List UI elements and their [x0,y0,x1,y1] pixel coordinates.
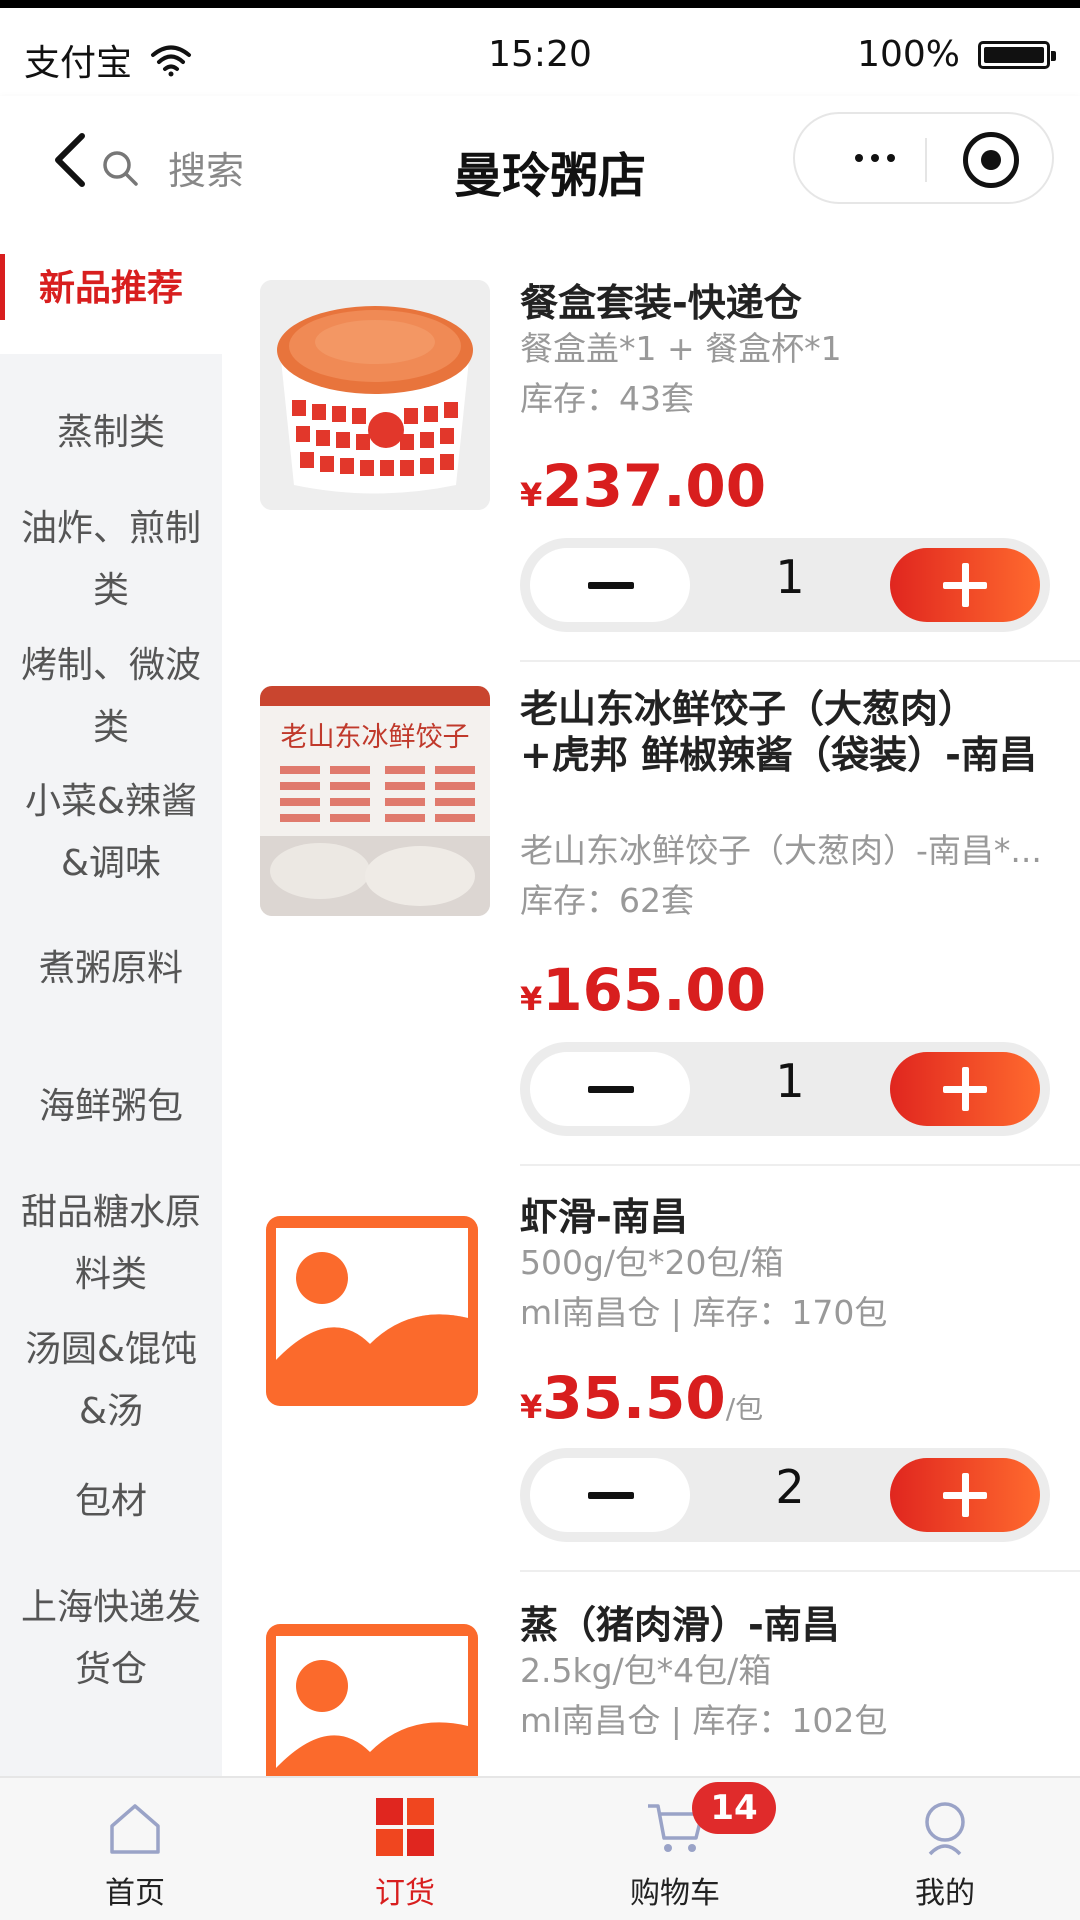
more-icon[interactable] [835,134,915,182]
product-subtitle: 老山东冰鲜饺子（大葱肉）-南昌*... [520,831,1042,870]
sidebar-item-label: 海鲜粥包 [38,1086,183,1127]
bottom-tabbar: 首页 订货 购物车 我的 [0,1776,1080,1920]
placeholder-image-icon [266,1624,478,1776]
quantity-value[interactable]: 1 [690,1054,890,1108]
quantity-value[interactable]: 2 [690,1460,890,1514]
tab-order[interactable]: 订货 [270,1778,540,1920]
bag-label: 老山东冰鲜饺子 [281,722,470,753]
quantity-stepper: 1 [520,538,1050,632]
product-price: ¥35.50/包 [520,1364,763,1432]
status-right: 100% [857,34,1056,75]
sidebar-item-label: 煮粥原料 [38,948,183,989]
sidebar-item-label: 蒸制类 [56,412,165,453]
currency-symbol: ¥ [520,1388,543,1426]
sidebar-item-label: 包材 [74,1481,147,1522]
product-price: ¥237.00 [520,452,766,520]
tab-label: 首页 [105,1876,165,1911]
category-sidebar: 新品推荐 蒸制类 油炸、煎制类 烤制、微波类 小菜&辣酱&调味 煮粥原料 海鲜粥… [0,224,222,1776]
increase-button[interactable] [890,1458,1040,1532]
sidebar-item-seafood[interactable]: 海鲜粥包 [0,1038,222,1176]
sidebar-item-label: 小菜&辣酱&调味 [24,781,198,884]
product-list: 餐盒套装-快递仓 餐盒盖*1 + 餐盒杯*1 库存：43套 ¥237.00 1 [222,224,1080,1776]
tab-label: 我的 [915,1876,975,1911]
quantity-stepper: 1 [520,1042,1050,1136]
sidebar-item-dessert[interactable]: 甜品糖水原料类 [0,1176,222,1312]
cart-badge: 14 [692,1782,776,1834]
sidebar-item-steamed[interactable]: 蒸制类 [0,354,222,492]
sidebar-item-fried[interactable]: 油炸、煎制类 [0,492,222,628]
product-stock: ml南昌仓 | 库存：170包 [520,1293,888,1332]
sidebar-item-label: 汤圆&馄饨&汤 [24,1329,198,1432]
product-subtitle: 餐盒盖*1 + 餐盒杯*1 [520,329,842,368]
product-image[interactable]: 老山东冰鲜饺子 [260,686,490,916]
product-price: ¥165.00 [520,956,766,1024]
sidebar-item-shanghai[interactable]: 上海快递发货仓 [0,1554,222,1724]
product-name: 老山东冰鲜饺子（大葱肉）+虎邦 鲜椒辣酱（袋装）-南昌 [520,687,1037,777]
grid-icon [376,1798,434,1856]
sidebar-item-baked[interactable]: 烤制、微波类 [0,628,222,766]
item-divider [520,660,1080,662]
decrease-button[interactable] [530,1458,690,1532]
decrease-button[interactable] [530,1052,690,1126]
dumpling-bag-photo-icon: 老山东冰鲜饺子 [260,686,490,916]
product-name: 蒸（猪肉滑）-南昌 [520,1603,840,1647]
price-value: 35.50 [542,1364,726,1432]
product-name: 虾滑-南昌 [520,1195,688,1239]
price-unit: /包 [725,1392,764,1425]
tab-label: 订货 [375,1876,435,1911]
sidebar-item-porridge[interactable]: 煮粥原料 [0,900,222,1038]
currency-symbol: ¥ [520,980,543,1018]
increase-button[interactable] [890,1052,1040,1126]
item-divider [520,1164,1080,1166]
decrease-button[interactable] [530,548,690,622]
product-subtitle: 2.5kg/包*4包/箱 [520,1651,772,1690]
product-stock: 库存：43套 [520,379,694,418]
sidebar-item-packaging[interactable]: 包材 [0,1450,222,1554]
sidebar-item-sides[interactable]: 小菜&辣酱&调味 [0,766,222,900]
quantity-value[interactable]: 1 [690,550,890,604]
sidebar-item-label: 油炸、煎制类 [20,508,201,611]
home-icon [110,1804,160,1854]
miniapp-capsule [793,112,1054,204]
product-subtitle: 500g/包*20包/箱 [520,1243,784,1282]
tab-label: 购物车 [630,1876,720,1911]
product-stock: 库存：62套 [520,881,694,920]
sidebar-item-label: 新品推荐 [38,268,183,309]
product-image[interactable] [260,280,490,510]
sidebar-item-new[interactable]: 新品推荐 [0,224,222,354]
increase-button[interactable] [890,548,1040,622]
currency-symbol: ¥ [520,476,543,514]
battery-percent: 100% [857,34,960,75]
tab-mine[interactable]: 我的 [810,1778,1080,1920]
close-miniapp-icon[interactable] [963,132,1019,188]
battery-icon [978,40,1056,69]
placeholder-image-icon [266,1216,478,1406]
product-name: 餐盒套装-快递仓 [520,281,802,325]
sidebar-item-label: 甜品糖水原料类 [20,1192,201,1295]
tab-home[interactable]: 首页 [0,1778,270,1920]
sidebar-item-label: 上海快递发货仓 [20,1587,201,1690]
bowl-photo-icon [260,280,490,510]
sidebar-item-dumpling[interactable]: 汤圆&馄饨&汤 [0,1312,222,1450]
capsule-divider [925,138,927,182]
product-image[interactable] [260,1602,490,1776]
user-icon [925,1802,965,1856]
item-divider [520,1570,1080,1572]
product-stock: ml南昌仓 | 库存：102包 [520,1701,888,1740]
product-image[interactable] [260,1194,490,1424]
quantity-stepper: 2 [520,1448,1050,1542]
price-value: 237.00 [542,452,767,520]
sidebar-item-label: 烤制、微波类 [20,645,201,748]
status-bar: 支付宝 15:20 100% [0,0,1080,96]
price-value: 165.00 [542,956,767,1024]
